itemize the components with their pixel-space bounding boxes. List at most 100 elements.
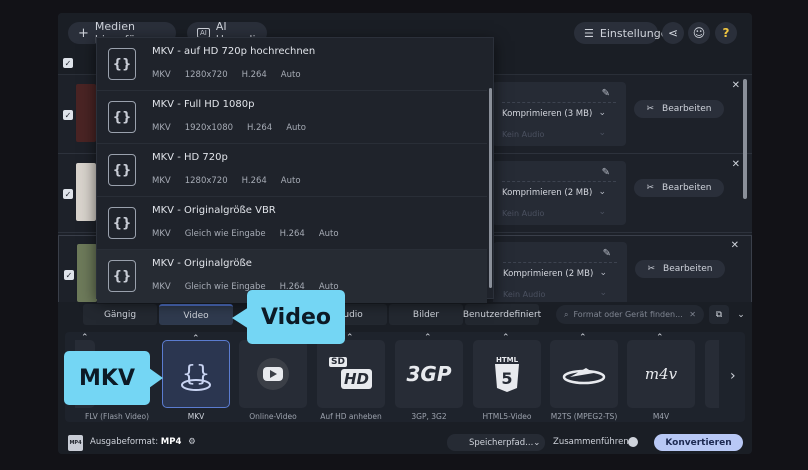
account-button[interactable]: ☺ [688, 22, 710, 44]
help-button[interactable]: ? [715, 22, 737, 44]
edit-button[interactable]: ✂ Bearbeiten [635, 260, 725, 278]
format-tabs: Gängig Video Audio Bilder Benutzerdefini… [58, 302, 752, 327]
edit-label: Bearbeiten [662, 183, 712, 193]
preset-resolution: 1280x720 [184, 70, 228, 80]
convert-button[interactable]: Konvertieren [654, 434, 743, 451]
save-path-label: Speicherpfad... [469, 437, 534, 448]
mkv-callout-text: MKV [79, 365, 135, 391]
preset-dropdown: {} MKV - auf HD 720p hochrechnen MKV 128… [96, 37, 494, 303]
close-icon[interactable]: ✕ [731, 240, 739, 251]
audio-select[interactable]: Kein Audio [503, 290, 545, 299]
close-icon[interactable]: ✕ [732, 159, 740, 170]
sd-badge: SD [329, 357, 347, 367]
format-html5[interactable]: ⌃ HTML 5 [473, 333, 541, 408]
collapse-panel-button[interactable]: ⌄ [731, 305, 751, 324]
format-mkv[interactable]: ⌃ {} [162, 334, 230, 408]
edit-label: Bearbeiten [663, 264, 713, 274]
format-m2ts[interactable]: ⌃ [550, 333, 618, 408]
edit-label: Bearbeiten [662, 104, 712, 114]
tab-custom[interactable]: Benutzerdefiniert [463, 304, 541, 325]
output-format-label[interactable]: Ausgabeformat: MP4 ⚙ [90, 437, 196, 447]
mkv-callout: MKV [64, 351, 150, 405]
format-next-partial[interactable] [705, 340, 719, 408]
preset-bitrate: Auto [286, 123, 306, 133]
format-online-video[interactable]: ⌃ [239, 333, 307, 408]
chevron-down-icon[interactable]: ⌄ [598, 108, 606, 118]
file-list-scrollbar[interactable] [743, 79, 747, 199]
hd-icon: SD HD [327, 355, 375, 393]
user-icon: ☺ [692, 26, 706, 40]
compression-select[interactable]: Komprimieren (2 MB) [503, 269, 593, 279]
format-m4v[interactable]: ⌃ m4v [627, 333, 695, 408]
chevron-down-icon[interactable]: ⌄ [598, 207, 606, 217]
select-all-checkbox[interactable]: ✓ [63, 58, 73, 68]
preset-codec: H.264 [241, 70, 267, 80]
format-3gp[interactable]: ⌃ 3GP [395, 333, 463, 408]
preset-title: MKV - HD 720p [152, 152, 228, 163]
compression-select[interactable]: Komprimieren (2 MB) [502, 188, 592, 198]
edit-button[interactable]: ✂ Bearbeiten [634, 100, 724, 118]
preset-codec: H.264 [241, 176, 267, 186]
preset-bitrate: Auto [318, 229, 339, 239]
preset-bitrate: Auto [280, 176, 301, 186]
clear-icon[interactable]: ✕ [689, 310, 696, 319]
pencil-icon[interactable]: ✎ [603, 248, 611, 259]
close-icon[interactable]: ✕ [732, 80, 740, 91]
audio-select[interactable]: Kein Audio [502, 209, 544, 218]
scissors-icon: ✂ [647, 264, 656, 274]
preset-codec: H.264 [247, 123, 273, 133]
tab-video[interactable]: Video [159, 304, 233, 325]
pencil-icon[interactable]: ✎ [602, 88, 610, 99]
chevron-down-icon[interactable]: ⌄ [599, 268, 607, 278]
edit-button[interactable]: ✂ Bearbeiten [634, 179, 724, 197]
audio-select[interactable]: Kein Audio [502, 130, 544, 139]
preset-codec: H.264 [279, 229, 305, 239]
caret-up-icon: ⌃ [192, 334, 200, 344]
file-checkbox[interactable]: ✓ [63, 189, 73, 199]
search-icon: ⌕ [564, 309, 569, 319]
format-label: M2TS (MPEG2-TS) [550, 412, 618, 421]
preset-container: MKV [152, 123, 171, 133]
format-label: M4V [652, 412, 670, 421]
preset-item[interactable]: {} MKV - HD 720p MKV 1280x720 H.264 Auto [97, 144, 487, 197]
format-hd-upscale[interactable]: ⌃ SD HD [317, 333, 385, 408]
scissors-icon: ✂ [646, 104, 655, 114]
html5-icon: HTML 5 [494, 356, 520, 392]
gear-icon[interactable]: ⚙ [188, 437, 196, 447]
youtube-icon [257, 358, 289, 390]
output-format-icon[interactable]: MP4 [68, 435, 83, 451]
save-path-button[interactable]: Speicherpfad... ⌄ [447, 434, 545, 451]
preset-scrollbar[interactable] [489, 88, 492, 288]
preset-item[interactable]: {} MKV - Full HD 1080p MKV 1920x1080 H.2… [97, 91, 487, 144]
plus-icon: + [78, 25, 89, 41]
settings-button[interactable]: ☰ Einstellungen [574, 22, 674, 44]
merge-toggle[interactable] [628, 437, 638, 447]
chevron-down-icon[interactable]: ⌄ [598, 187, 606, 197]
preset-container: MKV [152, 176, 171, 186]
compression-select[interactable]: Komprimieren (3 MB) [502, 109, 592, 119]
svg-text:5: 5 [501, 369, 512, 388]
callout-pointer [232, 307, 249, 329]
html5-shield-icon: 5 [495, 364, 519, 392]
preset-container: MKV [152, 70, 171, 80]
caret-up-icon: ⌃ [502, 333, 510, 343]
preset-meta: MKV 1920x1080 H.264 Auto [152, 123, 306, 133]
chevron-down-icon[interactable]: ⌄ [598, 128, 606, 138]
hd-badge: HD [341, 369, 373, 389]
file-checkbox[interactable]: ✓ [64, 270, 74, 280]
chevron-down-icon[interactable]: ⌄ [599, 288, 607, 298]
help-icon: ? [722, 26, 730, 40]
preset-item[interactable]: {} MKV - Originalgröße VBR MKV Gleich wi… [97, 197, 487, 250]
chevron-right-icon[interactable]: › [730, 368, 736, 384]
preset-item[interactable]: {} MKV - auf HD 720p hochrechnen MKV 128… [97, 38, 487, 91]
divider [502, 181, 616, 182]
file-checkbox[interactable]: ✓ [63, 110, 73, 120]
tab-images[interactable]: Bilder [389, 304, 463, 325]
pencil-icon[interactable]: ✎ [602, 167, 610, 178]
device-detect-button[interactable]: ⧉ [709, 305, 729, 324]
format-search-input[interactable]: ⌕ Format oder Gerät finden... ✕ [556, 305, 704, 324]
share-button[interactable]: ⋖ [662, 22, 684, 44]
preset-resolution: Gleich wie Eingabe [184, 229, 266, 239]
mkv-icon: {} [108, 260, 136, 292]
tab-popular[interactable]: Gängig [83, 304, 157, 325]
